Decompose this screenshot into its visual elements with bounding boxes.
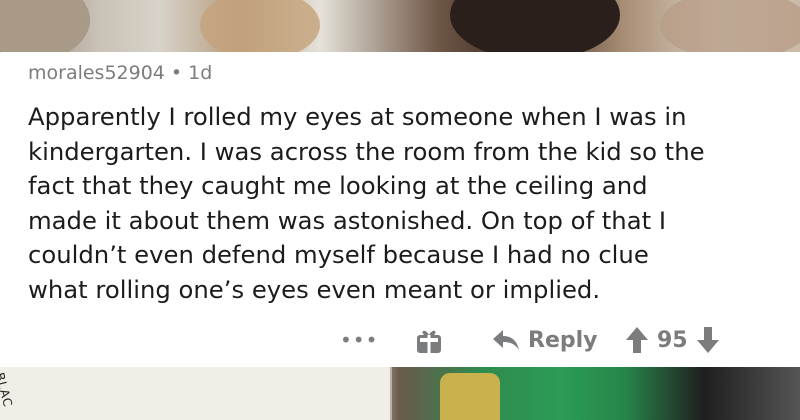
background-photo-top xyxy=(0,0,800,52)
comment-body-line: fact that they caught me looking at the … xyxy=(28,171,648,200)
reply-label: Reply xyxy=(528,327,598,353)
more-options-icon: ••• xyxy=(340,328,379,352)
comment-body-line: what rolling one’s eyes even meant or im… xyxy=(28,274,601,304)
comment-body-line: made it about them was astonished. On to… xyxy=(28,205,667,235)
comment-body: Apparently I rolled my eyes at someone w… xyxy=(28,100,778,307)
gift-award-icon xyxy=(417,330,441,353)
downvote-arrow-icon xyxy=(696,327,719,353)
book-label: BLAC xyxy=(0,371,16,409)
comment-body-line: Apparently I rolled my eyes at someone w… xyxy=(28,102,687,131)
shirt-emblem xyxy=(440,373,500,420)
photo-shape xyxy=(0,0,90,52)
photo-shape xyxy=(200,0,320,52)
score-count: 95 xyxy=(657,327,688,353)
award-button[interactable] xyxy=(414,326,444,356)
meta-separator: • xyxy=(170,62,183,84)
reply-arrow-icon xyxy=(493,330,519,350)
more-options-button[interactable]: ••• xyxy=(340,328,378,352)
comment-age: 1d xyxy=(188,62,213,84)
upvote-button[interactable] xyxy=(625,326,649,354)
comment-body-line: couldn’t even defend myself because I ha… xyxy=(28,240,649,269)
book-image: BLAC xyxy=(0,367,392,420)
upvote-arrow-icon xyxy=(626,327,648,353)
username-link[interactable]: morales52904 xyxy=(28,62,165,84)
comment-action-bar: ••• Reply 95 xyxy=(0,322,800,358)
downvote-button[interactable] xyxy=(696,326,720,354)
photo-shape xyxy=(450,0,620,52)
comment-meta: morales52904 • 1d xyxy=(28,60,212,86)
vote-widget: 95 xyxy=(625,324,720,356)
background-photo-bottom: BLAC xyxy=(0,367,800,420)
reply-button[interactable]: Reply xyxy=(492,324,598,356)
photo-shape xyxy=(660,0,800,52)
comment-body-line: kindergarten. I was across the room from… xyxy=(28,136,705,166)
